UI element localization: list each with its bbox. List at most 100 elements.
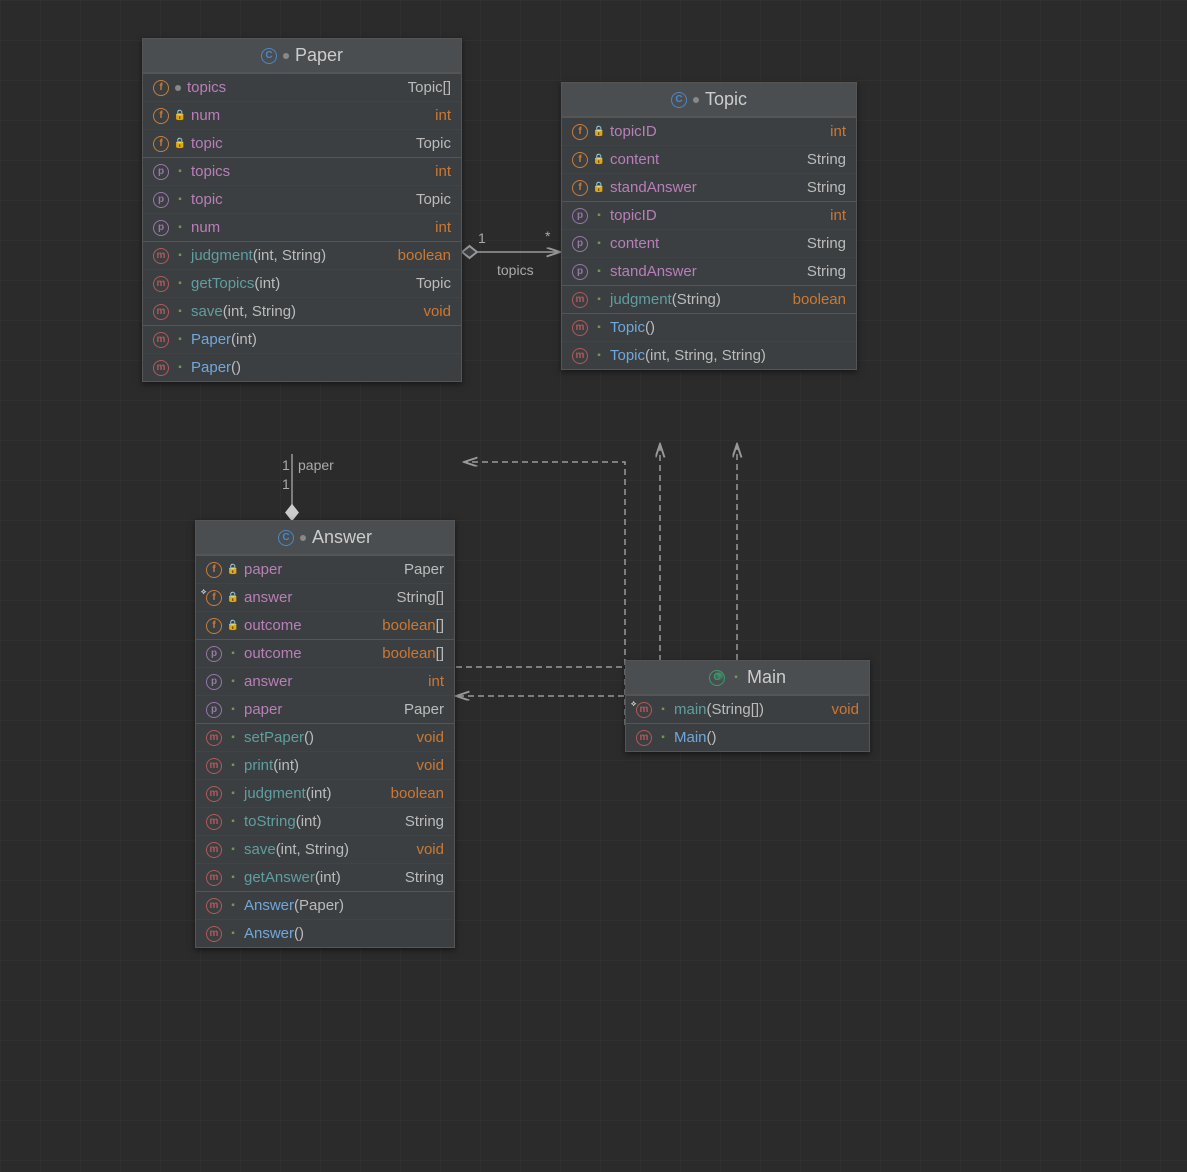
field-icon: f⟡	[206, 590, 222, 606]
methods-section: m▪setPaper()void m ▪ print (int) void m ▪ judg…	[196, 723, 454, 891]
class-paper[interactable]: C Paper ftopicsTopic[] f🔒numint f🔒topicT…	[142, 38, 462, 382]
lock-icon: 🔒	[594, 127, 604, 137]
method-return: void	[423, 303, 451, 320]
method-name: judgment	[610, 291, 672, 308]
field-name: topic	[191, 135, 223, 152]
lock-icon: 🔒	[594, 183, 604, 193]
method-params: (int)	[315, 869, 341, 886]
method-name: getAnswer	[244, 869, 315, 886]
ctor-params: ()	[707, 729, 717, 746]
field-row: f🔒outcomeboolean[]	[196, 612, 454, 639]
method-name: main	[674, 701, 707, 718]
method-params: (int, String)	[253, 247, 326, 264]
ctor-name: Answer	[244, 925, 294, 942]
method-return: boolean	[391, 785, 444, 802]
ctor-row: m▪Answer(Paper)	[196, 892, 454, 920]
ctor-name: Topic	[610, 319, 645, 336]
method-row: m▪judgment(String)boolean	[562, 286, 856, 313]
rel-mult-star: *	[545, 228, 550, 244]
ctor-params: ()	[294, 925, 304, 942]
ctor-name: Topic	[610, 347, 645, 364]
ctor-row: m ▪ Main()	[626, 724, 869, 751]
ctor-params: (int)	[231, 331, 257, 348]
ctor-row: m▪Answer()	[196, 920, 454, 947]
method-return: void	[416, 729, 444, 746]
method-row: m▪getTopics(int)Topic	[143, 270, 461, 298]
prop-name: content	[610, 235, 659, 252]
property-icon: p	[206, 702, 222, 718]
public-icon: ▪	[175, 195, 185, 205]
method-params: (int, String)	[223, 303, 296, 320]
lock-icon: 🔒	[175, 139, 185, 149]
field-icon: f	[572, 180, 588, 196]
prop-row: p▪topicsint	[143, 158, 461, 186]
field-row: f🔒topicIDint	[562, 118, 856, 146]
rel-label-paper: paper	[298, 457, 334, 473]
prop-type: String	[807, 263, 846, 280]
public-icon: ▪	[594, 267, 604, 277]
field-row: ftopicsTopic[]	[143, 74, 461, 102]
method-return: String	[405, 869, 444, 886]
prop-type: String	[807, 235, 846, 252]
props-section: p▪topicsint p▪topicTopic p▪numint	[143, 157, 461, 241]
prop-type: int	[428, 673, 444, 690]
public-icon: ▪	[228, 901, 238, 911]
field-row: f⟡🔒answerString[]	[196, 584, 454, 612]
rel-mult-1-left: 1	[478, 230, 486, 246]
field-name: paper	[244, 561, 282, 578]
prop-type: Paper	[404, 701, 444, 718]
method-icon: m	[153, 332, 169, 348]
public-icon: ▪	[658, 733, 668, 743]
prop-name: outcome	[244, 645, 302, 662]
field-icon: f	[206, 562, 222, 578]
property-icon: p	[153, 164, 169, 180]
method-row: m▪judgment(int)boolean	[196, 780, 454, 808]
method-params: (String[])	[707, 701, 765, 718]
public-icon: ▪	[228, 733, 238, 743]
method-icon: m	[206, 786, 222, 802]
method-icon: m⟡	[636, 702, 652, 718]
method-return: void	[416, 757, 444, 774]
ctors-section: m ▪ Main()	[626, 723, 869, 751]
prop-row: p▪paperPaper	[196, 696, 454, 723]
method-name: print	[244, 757, 273, 774]
field-name: standAnswer	[610, 179, 697, 196]
rel-label-topics: topics	[497, 262, 534, 278]
public-icon: ▪	[175, 167, 185, 177]
field-name: content	[610, 151, 659, 168]
public-icon: ▪	[228, 873, 238, 883]
prop-row: p▪answerint	[196, 668, 454, 696]
ctor-name: Main	[674, 729, 707, 746]
method-row: m▪toString(int)String	[196, 808, 454, 836]
method-icon: m	[572, 292, 588, 308]
public-icon: ▪	[175, 223, 185, 233]
prop-type: int	[830, 207, 846, 224]
class-topic[interactable]: C Topic f🔒topicIDint f🔒contentString f🔒s…	[561, 82, 857, 370]
lock-icon: 🔒	[228, 621, 238, 631]
method-return: boolean	[793, 291, 846, 308]
method-icon: m	[572, 348, 588, 364]
methods-section: m▪judgment(String)boolean	[562, 285, 856, 313]
class-main[interactable]: C ▪ Main m⟡▪main(String[])void m▪Main()	[625, 660, 870, 752]
property-icon: p	[206, 674, 222, 690]
field-name: topics	[187, 79, 226, 96]
method-row: m▪setPaper()void	[196, 724, 454, 752]
method-icon: m	[206, 926, 222, 942]
method-icon: m	[636, 730, 652, 746]
field-icon: f	[153, 80, 169, 96]
field-name: num	[191, 107, 220, 124]
field-type: int	[435, 107, 451, 124]
ctor-row: m▪Topic(int, String, String)	[562, 342, 856, 369]
method-params: (String)	[672, 291, 721, 308]
public-icon: ▪	[175, 279, 185, 289]
class-header-main: C ▪ Main	[626, 661, 869, 695]
method-name: judgment	[244, 785, 306, 802]
public-icon: ▪	[594, 239, 604, 249]
public-icon: ▪	[594, 211, 604, 221]
ctor-params: ()	[231, 359, 241, 376]
public-icon: ▪	[228, 789, 238, 799]
open-dot-icon	[300, 535, 306, 541]
method-icon: m	[206, 758, 222, 774]
class-name: Main	[747, 667, 786, 688]
class-answer[interactable]: C Answer f🔒paperPaper f⟡🔒answerString[] …	[195, 520, 455, 948]
